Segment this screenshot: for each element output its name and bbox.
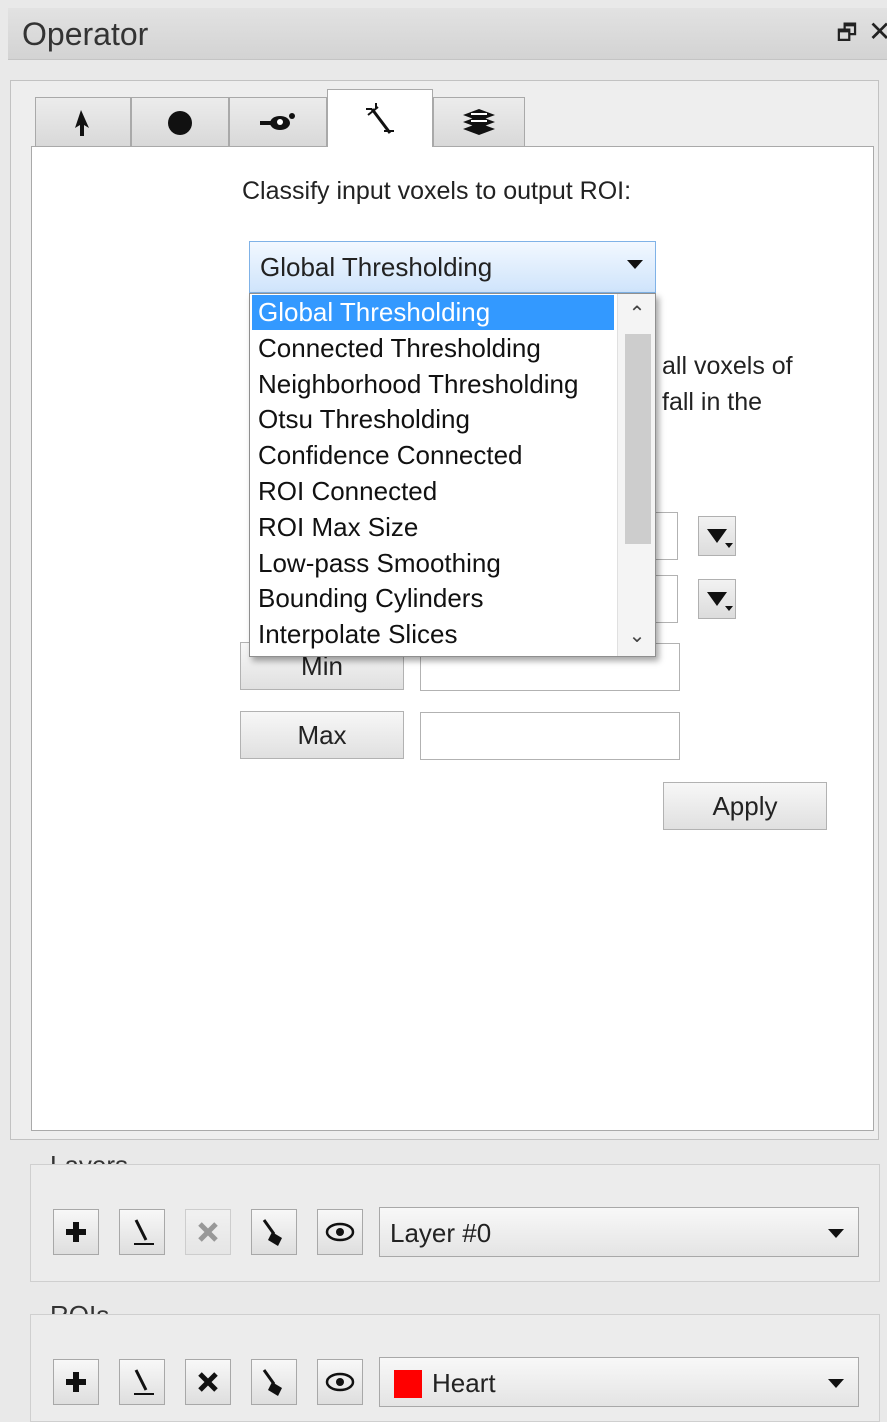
classify-tab-content: Classify input voxels to output ROI: all… [31,146,874,1131]
dropdown-arrow-icon [707,592,727,606]
add-roi-button[interactable] [53,1359,99,1405]
close-window-icon[interactable]: ✕ [868,18,887,46]
dropdown-option[interactable]: Confidence Connected [252,438,614,473]
dropdown-option[interactable]: Interpolate Slices [252,617,614,652]
description-line-1: all voxels of [662,352,793,380]
roi-select-label: Heart [432,1368,496,1398]
dropdown-option[interactable]: Connected Thresholding [252,331,614,366]
dropdown-option[interactable]: Bounding Cylinders [252,581,614,616]
toggle-layer-visibility-button[interactable] [317,1209,363,1255]
chevron-down-icon [828,1229,844,1238]
paint-roi-button[interactable] [251,1359,297,1405]
scrollbar-thumb[interactable] [625,334,651,544]
tab-select[interactable] [35,97,131,147]
parameter-menu-button-2[interactable] [698,579,736,619]
parameter-menu-button-1[interactable] [698,516,736,556]
layers-icon [463,108,495,135]
dropdown-option[interactable]: Otsu Thresholding [252,402,614,437]
dropdown-option[interactable]: Low-pass Smoothing [252,546,614,581]
delete-icon [198,1372,218,1392]
max-button[interactable]: Max [240,711,404,759]
window-titlebar: Operator 🗗 ✕ [8,8,887,60]
plus-icon [66,1372,86,1392]
plus-icon [66,1222,86,1242]
edit-roi-button[interactable] [119,1359,165,1405]
pen-icon [134,1369,154,1395]
add-layer-button[interactable] [53,1209,99,1255]
dropdown-option[interactable]: Global Thresholding [252,295,614,330]
circle-icon [168,110,192,135]
roi-select[interactable]: Heart [379,1357,859,1407]
dropdown-option[interactable]: Neighborhood Thresholding [252,367,614,402]
tab-layers[interactable] [433,97,525,147]
layer-select[interactable]: Layer #0 [379,1207,859,1257]
selected-method-label: Global Thresholding [260,252,493,282]
classify-method-dropdown: Global Thresholding Connected Thresholdi… [249,293,656,657]
eye-icon [325,1222,355,1242]
chevron-down-icon [627,260,643,269]
tab-brush[interactable] [229,97,327,147]
rois-group: Heart [30,1314,880,1422]
brush-icon [262,1219,282,1246]
layers-group: Layer #0 [30,1164,880,1282]
edit-layer-button[interactable] [119,1209,165,1255]
roi-color-swatch [394,1370,422,1398]
pointer-icon [75,109,89,136]
tab-circle[interactable] [131,97,229,147]
operator-panel: Classify input voxels to output ROI: all… [10,80,879,1140]
description-line-2: fall in the [662,388,763,416]
tab-classify[interactable] [327,89,433,147]
chevron-up-icon[interactable]: ⌃ [618,294,656,334]
dropdown-arrow-icon [707,529,727,543]
brush-icon [260,112,295,130]
layer-select-label: Layer #0 [390,1218,492,1248]
window-title: Operator [22,16,149,52]
float-window-icon[interactable]: 🗗 [834,20,860,46]
toggle-roi-visibility-button[interactable] [317,1359,363,1405]
wand-icon [366,102,394,134]
classify-method-select[interactable]: Global Thresholding [249,241,656,293]
max-field[interactable] [420,712,680,760]
paint-layer-button[interactable] [251,1209,297,1255]
pen-icon [134,1219,154,1245]
delete-roi-button[interactable] [185,1359,231,1405]
brush-icon [262,1369,282,1396]
apply-button[interactable]: Apply [663,782,827,830]
chevron-down-icon [828,1379,844,1388]
dropdown-option[interactable]: ROI Connected [252,474,614,509]
eye-icon [325,1372,355,1392]
delete-layer-button[interactable] [185,1209,231,1255]
chevron-down-icon[interactable]: ⌄ [618,616,656,656]
classify-prompt: Classify input voxels to output ROI: [242,177,632,205]
dropdown-option[interactable]: ROI Max Size [252,510,614,545]
delete-icon [198,1222,218,1242]
dropdown-scrollbar[interactable]: ⌃ ⌄ [617,294,655,656]
